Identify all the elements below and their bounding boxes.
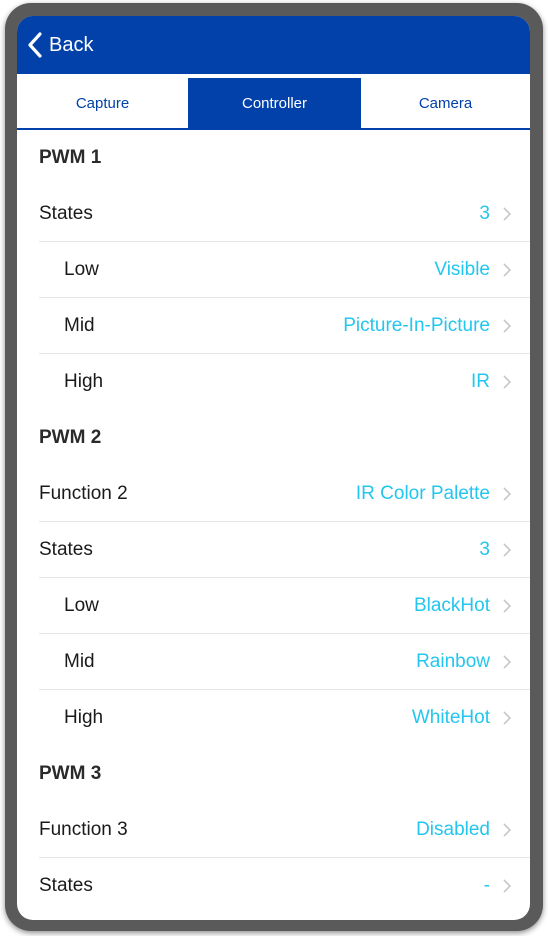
chevron-right-icon (503, 487, 512, 501)
row-pwm2-function[interactable]: Function 2 IR Color Palette (17, 466, 530, 522)
row-label: High (64, 707, 104, 728)
row-value: Disabled (416, 819, 490, 840)
row-value: Picture-In-Picture (343, 315, 490, 336)
row-label: Low (64, 259, 99, 280)
row-pwm3-states[interactable]: States - (17, 858, 530, 914)
chevron-right-icon (503, 823, 512, 837)
chevron-right-icon (503, 655, 512, 669)
row-label: States (39, 875, 93, 896)
row-label: Mid (64, 651, 95, 672)
row-pwm3-function[interactable]: Function 3 Disabled (17, 802, 530, 858)
row-label: High (64, 371, 104, 392)
row-value: IR (471, 371, 490, 392)
row-label: Low (64, 595, 99, 616)
row-label: Function 2 (39, 483, 128, 504)
row-value: BlackHot (413, 595, 490, 616)
chevron-right-icon (503, 543, 512, 557)
chevron-right-icon (503, 711, 512, 725)
section-header-pwm1: PWM 1 (39, 147, 102, 168)
row-label: States (39, 203, 93, 224)
tab-label: Capture (75, 94, 130, 112)
chevron-right-icon (503, 599, 512, 613)
row-pwm1-mid[interactable]: Mid Picture-In-Picture (17, 298, 530, 354)
tab-controller[interactable]: Controller (188, 78, 361, 128)
row-pwm1-states[interactable]: States 3 (17, 186, 530, 242)
tab-label: Controller (241, 94, 308, 112)
tab-label: Camera (418, 94, 473, 112)
screen: Back Capture Controller Camera PWM 1 Sta… (17, 16, 530, 920)
chevron-right-icon (503, 375, 512, 389)
row-value: 3 (479, 539, 490, 560)
row-label: States (39, 539, 93, 560)
tab-capture[interactable]: Capture (17, 78, 188, 128)
section-header-pwm3: PWM 3 (39, 763, 102, 784)
chevron-right-icon (503, 207, 512, 221)
row-value: 3 (479, 203, 490, 224)
row-value: WhiteHot (411, 707, 490, 728)
row-value: - (483, 875, 490, 896)
row-label: Mid (64, 315, 95, 336)
row-value: IR Color Palette (355, 483, 490, 504)
row-pwm2-mid[interactable]: Mid Rainbow (17, 634, 530, 690)
chevron-left-icon (28, 32, 42, 58)
navigation-bar: Back (17, 16, 530, 74)
row-pwm1-low[interactable]: Low Visible (17, 242, 530, 298)
back-label: Back (49, 33, 94, 56)
back-button[interactable]: Back (27, 30, 93, 60)
row-pwm2-states[interactable]: States 3 (17, 522, 530, 578)
tab-camera[interactable]: Camera (361, 78, 530, 128)
chevron-right-icon (503, 879, 512, 893)
row-pwm1-high[interactable]: High IR (17, 354, 530, 410)
row-value: Visible (434, 259, 490, 280)
segmented-tabs: Capture Controller Camera (17, 78, 530, 130)
chevron-right-icon (503, 263, 512, 277)
row-pwm2-high[interactable]: High WhiteHot (17, 690, 530, 746)
chevron-right-icon (503, 319, 512, 333)
row-label: Function 3 (39, 819, 128, 840)
row-pwm2-low[interactable]: Low BlackHot (17, 578, 530, 634)
settings-list: PWM 1 States 3 Low Visible Mid Picture-I… (17, 130, 530, 914)
row-value: Rainbow (416, 651, 490, 672)
section-header-pwm2: PWM 2 (39, 427, 102, 448)
